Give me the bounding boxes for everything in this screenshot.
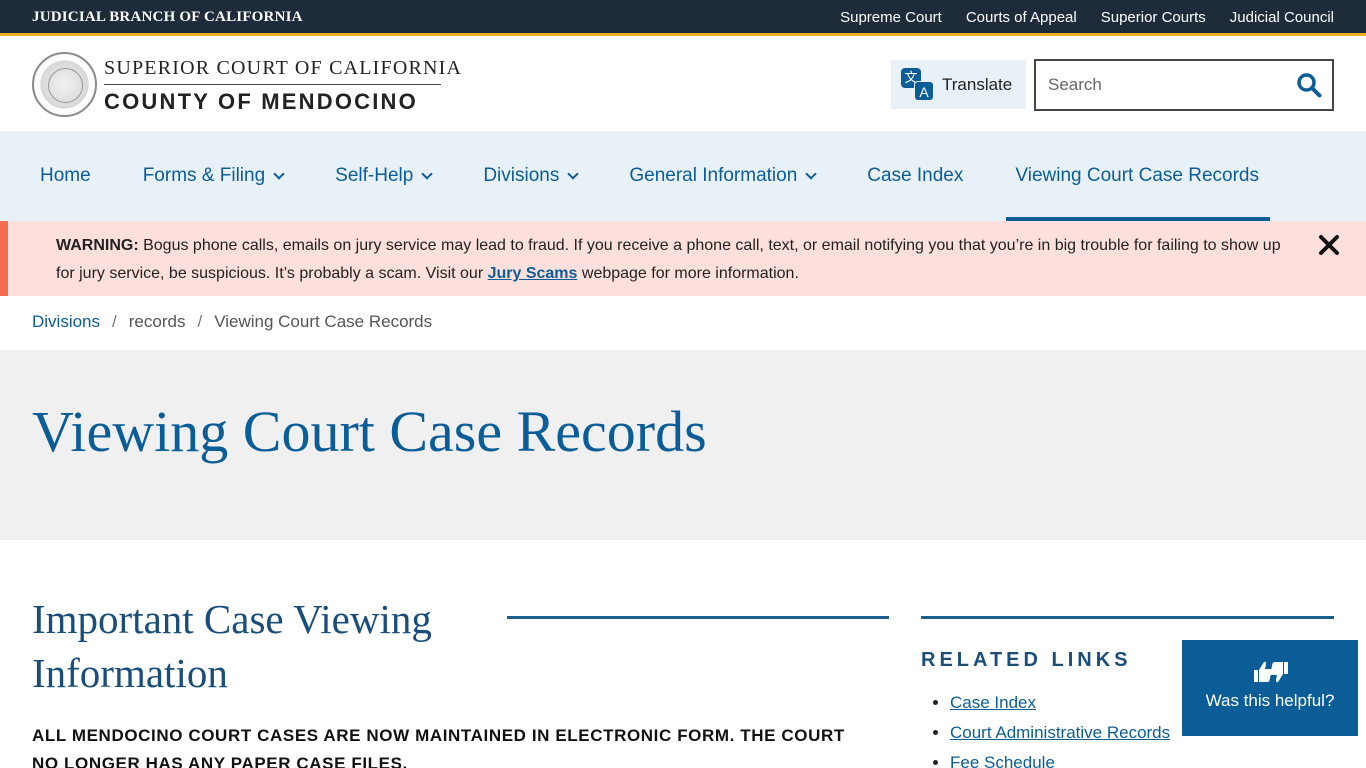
top-link-supreme-court[interactable]: Supreme Court [840, 9, 942, 26]
breadcrumb-separator: / [197, 312, 203, 331]
nav-item-forms-filing[interactable]: Forms & Filing [117, 131, 309, 221]
list-item: Court Administrative Records [932, 718, 1170, 748]
top-link-judicial-council[interactable]: Judicial Council [1230, 9, 1334, 26]
warning-banner: WARNING: Bogus phone calls, emails on ju… [0, 221, 1366, 296]
page-title-band: Viewing Court Case Records [0, 350, 1366, 540]
judicial-branch-title[interactable]: JUDICIAL BRANCH OF CALIFORNIA [32, 9, 303, 26]
list-item: Fee Schedule [932, 748, 1170, 768]
search-input[interactable] [1036, 61, 1286, 109]
nav-item-label: Home [40, 165, 91, 186]
related-links-heading: RELATED LINKS [921, 649, 1132, 671]
chevron-down-icon [805, 167, 817, 180]
top-link-courts-of-appeal[interactable]: Courts of Appeal [966, 9, 1077, 26]
breadcrumb-current: Viewing Court Case Records [214, 312, 433, 331]
related-link-fee-schedule[interactable]: Fee Schedule [950, 753, 1055, 768]
judicial-branch-bar: JUDICIAL BRANCH OF CALIFORNIA Supreme Co… [0, 0, 1366, 36]
breadcrumb-records[interactable]: records [129, 312, 186, 332]
close-icon[interactable] [1318, 234, 1340, 256]
nav-item-label: Case Index [867, 165, 964, 186]
nav-item-case-index[interactable]: Case Index [841, 131, 989, 221]
related-link-court-administrative-records[interactable]: Court Administrative Records [950, 723, 1170, 742]
search-box [1034, 59, 1334, 111]
court-name-line2[interactable]: COUNTY OF MENDOCINO [104, 89, 418, 115]
translate-button[interactable]: 文 A Translate [891, 60, 1026, 109]
warning-text-part2: webpage for more information. [577, 265, 799, 282]
chevron-down-icon [421, 167, 433, 180]
translate-icon-glyph-target: A [914, 80, 934, 101]
top-link-superior-courts[interactable]: Superior Courts [1101, 9, 1206, 26]
electronic-records-notice: ALL MENDOCINO COURT CASES ARE NOW MAINTA… [32, 726, 845, 768]
court-name-line1[interactable]: SUPERIOR COURT OF CALIFORNIA [104, 57, 462, 80]
warning-prefix: WARNING: [56, 237, 139, 254]
search-icon[interactable] [1296, 72, 1322, 98]
related-links-list: Case Index Court Administrative Records … [932, 688, 1170, 768]
nav-item-label: Divisions [483, 165, 560, 186]
nav-item-label: Viewing Court Case Records [1015, 165, 1259, 186]
translate-icon: 文 A [901, 67, 935, 102]
main-nav: Home Forms & Filing Self-Help Divisions … [0, 131, 1366, 221]
nav-item-divisions[interactable]: Divisions [457, 131, 603, 221]
thumbs-up-down-icon [1254, 661, 1288, 683]
court-seal-logo[interactable] [32, 52, 97, 117]
court-name-divider [104, 84, 441, 85]
translate-label: Translate [942, 74, 1013, 94]
nav-item-viewing-court-case-records[interactable]: Viewing Court Case Records [1006, 131, 1270, 221]
nav-item-label: Self-Help [335, 165, 414, 186]
chevron-down-icon [273, 167, 285, 180]
breadcrumb-divisions[interactable]: Divisions [32, 312, 100, 332]
nav-item-label: General Information [629, 165, 798, 186]
list-item: Case Index [932, 688, 1170, 718]
feedback-label: Was this helpful? [1205, 691, 1335, 710]
section-heading: Important Case Viewing Information [32, 596, 432, 696]
nav-item-general-information[interactable]: General Information [603, 131, 841, 221]
feedback-widget[interactable]: Was this helpful? [1182, 640, 1358, 736]
chevron-down-icon [567, 167, 580, 180]
site-header: SUPERIOR COURT OF CALIFORNIA COUNTY OF M… [0, 39, 1366, 131]
related-link-case-index[interactable]: Case Index [950, 693, 1036, 712]
nav-item-home[interactable]: Home [0, 131, 117, 221]
warning-message: WARNING: Bogus phone calls, emails on ju… [56, 232, 1286, 288]
jury-scams-link[interactable]: Jury Scams [488, 265, 578, 282]
top-links: Supreme Court Courts of Appeal Superior … [840, 9, 1334, 26]
section-heading-rule [507, 616, 889, 619]
breadcrumb-separator: / [112, 312, 117, 331]
page-title: Viewing Court Case Records [32, 399, 707, 464]
breadcrumb: Divisions / records / Viewing Court Case… [32, 312, 432, 332]
nav-item-label: Forms & Filing [142, 165, 266, 186]
nav-item-self-help[interactable]: Self-Help [309, 131, 457, 221]
related-links-rule [921, 616, 1334, 619]
